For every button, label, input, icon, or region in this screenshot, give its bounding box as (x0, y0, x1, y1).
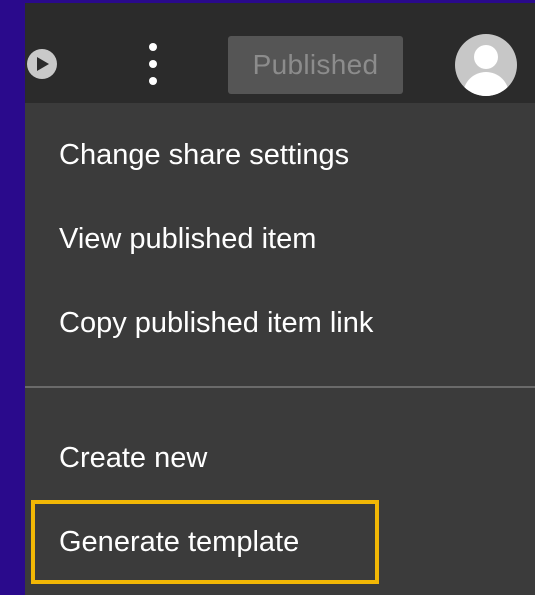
top-toolbar: Published (25, 3, 535, 103)
menu-divider (25, 386, 535, 388)
published-status-button[interactable]: Published (228, 36, 403, 94)
dot (149, 77, 157, 85)
avatar-body (463, 72, 509, 96)
play-circle-icon[interactable] (27, 49, 57, 79)
menu-item-view-published-item[interactable]: View published item (25, 197, 535, 281)
more-vertical-icon[interactable] (139, 41, 167, 87)
avatar-head (474, 45, 498, 69)
dot (149, 43, 157, 51)
play-glyph (37, 57, 49, 71)
menu-item-create-new[interactable]: Create new (25, 416, 535, 500)
menu-item-copy-published-item-link[interactable]: Copy published item link (25, 281, 535, 365)
app-frame: Published Change share settings View pub… (25, 3, 535, 595)
dropdown-menu: Change share settings View published ite… (25, 103, 535, 595)
menu-item-change-share-settings[interactable]: Change share settings (25, 113, 535, 197)
user-avatar-icon[interactable] (455, 34, 517, 96)
highlight-outline (31, 500, 379, 584)
dot (149, 60, 157, 68)
